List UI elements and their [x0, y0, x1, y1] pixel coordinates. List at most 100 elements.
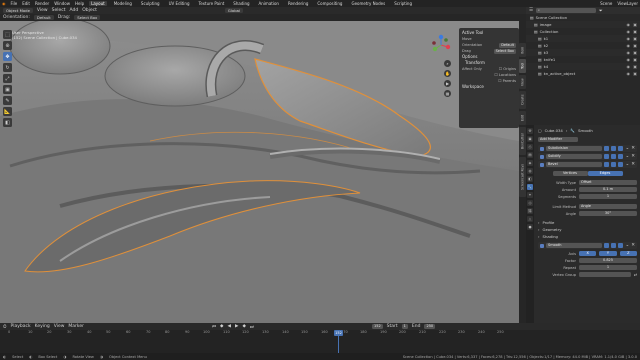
render-props-icon[interactable]: ▣ — [527, 136, 533, 142]
visibility-icon[interactable]: ◉ — [627, 71, 631, 76]
visibility-icon[interactable]: ◉ — [627, 43, 631, 48]
workspace-tab-sculpting[interactable]: Sculpting — [139, 1, 162, 6]
render-icon[interactable]: ▣ — [633, 22, 637, 27]
editor-type-icon[interactable]: ⏱ — [3, 324, 7, 330]
select-box-icon[interactable]: ⬚ — [3, 30, 12, 39]
annotate-icon[interactable]: ✎ — [3, 96, 12, 105]
viewport-toggle-icon[interactable] — [611, 154, 617, 159]
editmode-toggle-icon[interactable] — [604, 146, 610, 151]
transform-orientation-selector[interactable]: Global — [224, 8, 243, 13]
viewport-menu-object[interactable]: Object — [82, 8, 97, 13]
sidebar-tab-boxcutter[interactable]: BoxCutter — [519, 127, 526, 155]
end-frame-field[interactable]: 250 — [424, 324, 436, 329]
width-type-dropdown[interactable]: Offset — [579, 180, 637, 185]
modifier-bevel[interactable]: Bevel ⌄ ✕ — [538, 161, 637, 168]
render-icon[interactable]: ▣ — [633, 71, 637, 76]
profile-subpanel[interactable]: › Profile — [538, 219, 637, 226]
outliner-row-k4[interactable]: ▤ k4 ◉ ▣ — [526, 63, 640, 70]
visibility-icon[interactable]: ◉ — [627, 50, 631, 55]
segments-field[interactable]: 1 — [579, 194, 637, 199]
timeline-menu-marker[interactable]: Marker — [68, 324, 84, 329]
view-layer-props-icon[interactable]: ▤ — [527, 152, 533, 158]
visibility-icon[interactable]: ◉ — [627, 57, 631, 62]
menu-render[interactable]: Render — [35, 1, 49, 6]
dropdown-icon[interactable]: ⌄ — [625, 162, 629, 167]
workspace-tab-modeling[interactable]: Modeling — [112, 1, 134, 6]
ortho-toggle-icon[interactable]: ▦ — [444, 90, 451, 97]
outliner-row-k1[interactable]: ▤ k1 ◉ ▣ — [526, 35, 640, 42]
geometry-subpanel[interactable]: › Geometry — [538, 226, 637, 233]
output-props-icon[interactable]: ⎙ — [527, 144, 533, 150]
timeline-menu-playback[interactable]: Playback — [11, 324, 31, 329]
repeat-field[interactable]: 1 — [579, 265, 637, 270]
modifier-name-field[interactable]: Solidify — [546, 154, 603, 159]
camera-view-icon[interactable]: ▶ — [444, 80, 451, 87]
data-props-icon[interactable]: △ — [527, 216, 533, 222]
start-frame-field[interactable]: 1 — [401, 324, 408, 329]
scene-selector[interactable]: Scene — [600, 1, 612, 6]
orientation-dropdown[interactable]: Default — [33, 15, 54, 20]
sidebar-tab-item[interactable]: Item — [519, 43, 526, 57]
outliner-type-icon[interactable]: ☰ — [529, 8, 533, 13]
visibility-icon[interactable]: ◉ — [627, 29, 631, 34]
render-icon[interactable]: ▣ — [633, 36, 637, 41]
workspace-tab-geometry-nodes[interactable]: Geometry Nodes — [349, 1, 387, 6]
dropdown-icon[interactable]: ⌄ — [625, 146, 629, 151]
workspace-tab-shading[interactable]: Shading — [231, 1, 251, 6]
world-props-icon[interactable]: ◍ — [527, 168, 533, 174]
vertex-group-field[interactable] — [579, 272, 631, 277]
outliner-row-image[interactable]: ▤ image ◉ ▣ — [526, 21, 640, 28]
outliner-row-k2[interactable]: ▤ k2 ◉ ▣ — [526, 42, 640, 49]
add-modifier-button[interactable]: Add Modifier — [538, 137, 578, 142]
render-toggle-icon[interactable] — [618, 243, 624, 248]
editmode-toggle-icon[interactable] — [604, 154, 610, 159]
factor-field[interactable]: 0.825 — [579, 258, 637, 263]
prev-key-icon[interactable]: ◆ — [220, 324, 223, 329]
modifier-name-field[interactable]: Smooth — [546, 243, 603, 248]
constraints-props-icon[interactable]: ⛓ — [527, 208, 533, 214]
modifier-solidify[interactable]: Solidify ⌄ ✕ — [538, 153, 637, 160]
render-icon[interactable]: ▣ — [633, 50, 637, 55]
render-toggle-icon[interactable] — [618, 146, 624, 151]
blender-logo-icon[interactable]: ◉ — [2, 1, 6, 6]
tool-props-icon[interactable]: ⚒ — [527, 128, 533, 134]
scene-props-icon[interactable]: ◈ — [527, 160, 533, 166]
modifier-name-field[interactable]: Subdivision — [546, 146, 603, 151]
workspace-tab-layout[interactable]: Layout — [89, 1, 107, 6]
workspace-tab-rendering[interactable]: Rendering — [286, 1, 310, 6]
limit-method-dropdown[interactable]: Angle — [579, 204, 637, 209]
drag-dropdown[interactable]: Select Box — [74, 15, 101, 20]
timeline-menu-keying[interactable]: Keying — [35, 324, 50, 329]
outliner-row-collection[interactable]: ▤ Collection ◉ ▣ — [526, 28, 640, 35]
viewport-toggle-icon[interactable] — [611, 243, 617, 248]
navigation-gizmo[interactable] — [430, 34, 452, 56]
editmode-toggle-icon[interactable] — [604, 243, 610, 248]
zoom-icon[interactable]: ⌕ — [444, 60, 451, 67]
play-reverse-icon[interactable]: ◀ — [228, 324, 231, 329]
modifier-subdivision[interactable]: Subdivision ⌄ ✕ — [538, 145, 637, 152]
dropdown-icon[interactable]: ⌄ — [625, 154, 629, 159]
modifier-smooth[interactable]: Smooth ⌄ ✕ — [538, 242, 637, 249]
axis-z-toggle[interactable]: Z — [619, 251, 637, 256]
shading-subpanel[interactable]: › Shading — [538, 233, 637, 240]
close-icon[interactable]: ✕ — [631, 243, 635, 248]
measure-icon[interactable]: 📐 — [3, 107, 12, 116]
invert-icon[interactable]: ⇄ — [634, 272, 637, 277]
workspace-tab-scripting[interactable]: Scripting — [392, 1, 414, 6]
origins-checkbox[interactable]: ☐ Origins — [499, 67, 516, 71]
mode-selector[interactable]: Object Mode — [3, 8, 33, 13]
material-props-icon[interactable]: ● — [527, 224, 533, 230]
rotate-icon[interactable]: ↻ — [3, 63, 12, 72]
current-frame-field[interactable]: 152 — [371, 324, 383, 329]
modifier-props-icon[interactable]: 🔧 — [527, 184, 533, 190]
close-icon[interactable]: ✕ — [631, 162, 635, 167]
locations-checkbox[interactable]: ☐ Locations — [495, 73, 516, 77]
workspace-tab-compositing[interactable]: Compositing — [315, 1, 344, 6]
render-icon[interactable]: ▣ — [633, 64, 637, 69]
move-icon[interactable]: ✥ — [3, 52, 12, 61]
object-props-icon[interactable]: ◧ — [527, 176, 533, 182]
outliner-row-knife1[interactable]: ▤ knife1 ◉ ▣ — [526, 56, 640, 63]
outliner-row-k3[interactable]: ▤ k3 ◉ ▣ — [526, 49, 640, 56]
outliner-row-scene-collection[interactable]: ▤ Scene Collection — [526, 14, 640, 21]
render-toggle-icon[interactable] — [618, 154, 624, 159]
